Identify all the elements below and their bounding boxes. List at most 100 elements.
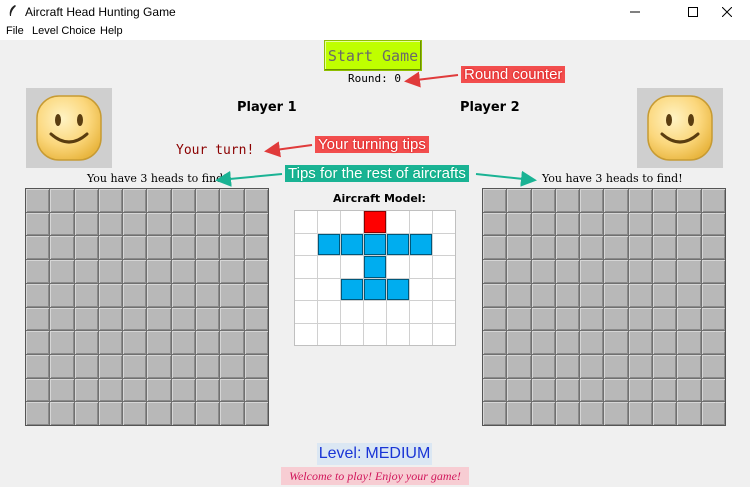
board-cell[interactable] (628, 283, 653, 307)
board-cell[interactable] (244, 354, 268, 378)
board-cell[interactable] (531, 283, 555, 307)
board-cell[interactable] (677, 331, 701, 354)
board-cell[interactable] (244, 402, 268, 425)
board-cell[interactable] (123, 236, 147, 260)
board-cell[interactable] (653, 189, 677, 212)
board-cell[interactable] (26, 236, 50, 260)
board-cell[interactable] (171, 307, 196, 331)
board-cell[interactable] (628, 189, 653, 212)
board-cell[interactable] (74, 283, 98, 307)
board-cell[interactable] (147, 189, 171, 212)
board-cell[interactable] (653, 236, 677, 260)
board-cell[interactable] (555, 236, 580, 260)
board-cell[interactable] (50, 307, 74, 331)
board-cell[interactable] (74, 236, 98, 260)
board-cell[interactable] (147, 331, 171, 354)
minimize-button[interactable] (612, 0, 658, 24)
start-game-button[interactable]: Start Game (324, 40, 422, 71)
board-cell[interactable] (483, 283, 507, 307)
board-cell[interactable] (74, 307, 98, 331)
board-cell[interactable] (604, 402, 628, 425)
board-cell[interactable] (171, 283, 196, 307)
board-cell[interactable] (507, 307, 531, 331)
board-cell[interactable] (483, 260, 507, 283)
board-cell[interactable] (26, 283, 50, 307)
board-cell[interactable] (244, 378, 268, 402)
board-cell[interactable] (531, 260, 555, 283)
board-cell[interactable] (701, 212, 725, 236)
board-cell[interactable] (74, 189, 98, 212)
board-cell[interactable] (483, 378, 507, 402)
board-cell[interactable] (50, 283, 74, 307)
board-cell[interactable] (50, 189, 74, 212)
board-cell[interactable] (677, 378, 701, 402)
board-cell[interactable] (171, 402, 196, 425)
board-cell[interactable] (26, 331, 50, 354)
board-cell[interactable] (98, 283, 123, 307)
board-cell[interactable] (220, 378, 244, 402)
board-cell[interactable] (507, 402, 531, 425)
board-cell[interactable] (507, 283, 531, 307)
board-cell[interactable] (26, 189, 50, 212)
board-cell[interactable] (171, 189, 196, 212)
board-cell[interactable] (531, 378, 555, 402)
board-cell[interactable] (171, 331, 196, 354)
board-cell[interactable] (580, 354, 604, 378)
board-cell[interactable] (580, 378, 604, 402)
board-cell[interactable] (507, 189, 531, 212)
board-cell[interactable] (555, 402, 580, 425)
board-cell[interactable] (26, 212, 50, 236)
board-cell[interactable] (628, 354, 653, 378)
board-cell[interactable] (580, 283, 604, 307)
board-cell[interactable] (653, 307, 677, 331)
board-cell[interactable] (701, 260, 725, 283)
board-cell[interactable] (677, 212, 701, 236)
board-cell[interactable] (483, 189, 507, 212)
board-cell[interactable] (628, 378, 653, 402)
board-cell[interactable] (507, 378, 531, 402)
board-cell[interactable] (98, 212, 123, 236)
board-cell[interactable] (531, 236, 555, 260)
board-cell[interactable] (244, 260, 268, 283)
board-cell[interactable] (483, 236, 507, 260)
board-cell[interactable] (26, 354, 50, 378)
board-cell[interactable] (220, 354, 244, 378)
board-cell[interactable] (653, 283, 677, 307)
board-cell[interactable] (220, 402, 244, 425)
board-cell[interactable] (507, 354, 531, 378)
board-cell[interactable] (196, 283, 220, 307)
board-cell[interactable] (677, 402, 701, 425)
board-cell[interactable] (123, 189, 147, 212)
board-cell[interactable] (531, 331, 555, 354)
board-cell[interactable] (483, 212, 507, 236)
board-cell[interactable] (123, 331, 147, 354)
board-cell[interactable] (701, 283, 725, 307)
board-cell[interactable] (604, 378, 628, 402)
board-cell[interactable] (244, 236, 268, 260)
board-cell[interactable] (74, 260, 98, 283)
board-cell[interactable] (555, 260, 580, 283)
board-cell[interactable] (220, 331, 244, 354)
board-cell[interactable] (26, 260, 50, 283)
board-cell[interactable] (196, 402, 220, 425)
board-cell[interactable] (701, 307, 725, 331)
board-cell[interactable] (196, 260, 220, 283)
board-cell[interactable] (628, 260, 653, 283)
board-cell[interactable] (507, 236, 531, 260)
board-cell[interactable] (677, 236, 701, 260)
board-cell[interactable] (74, 378, 98, 402)
board-cell[interactable] (171, 378, 196, 402)
board-cell[interactable] (653, 378, 677, 402)
board-cell[interactable] (580, 212, 604, 236)
board-cell[interactable] (50, 260, 74, 283)
board-cell[interactable] (98, 260, 123, 283)
board-cell[interactable] (171, 260, 196, 283)
menu-file[interactable]: File (6, 25, 24, 37)
board-cell[interactable] (74, 331, 98, 354)
board-cell[interactable] (50, 354, 74, 378)
board-cell[interactable] (628, 331, 653, 354)
board-cell[interactable] (604, 307, 628, 331)
board-cell[interactable] (220, 260, 244, 283)
board-cell[interactable] (244, 331, 268, 354)
board-cell[interactable] (531, 307, 555, 331)
